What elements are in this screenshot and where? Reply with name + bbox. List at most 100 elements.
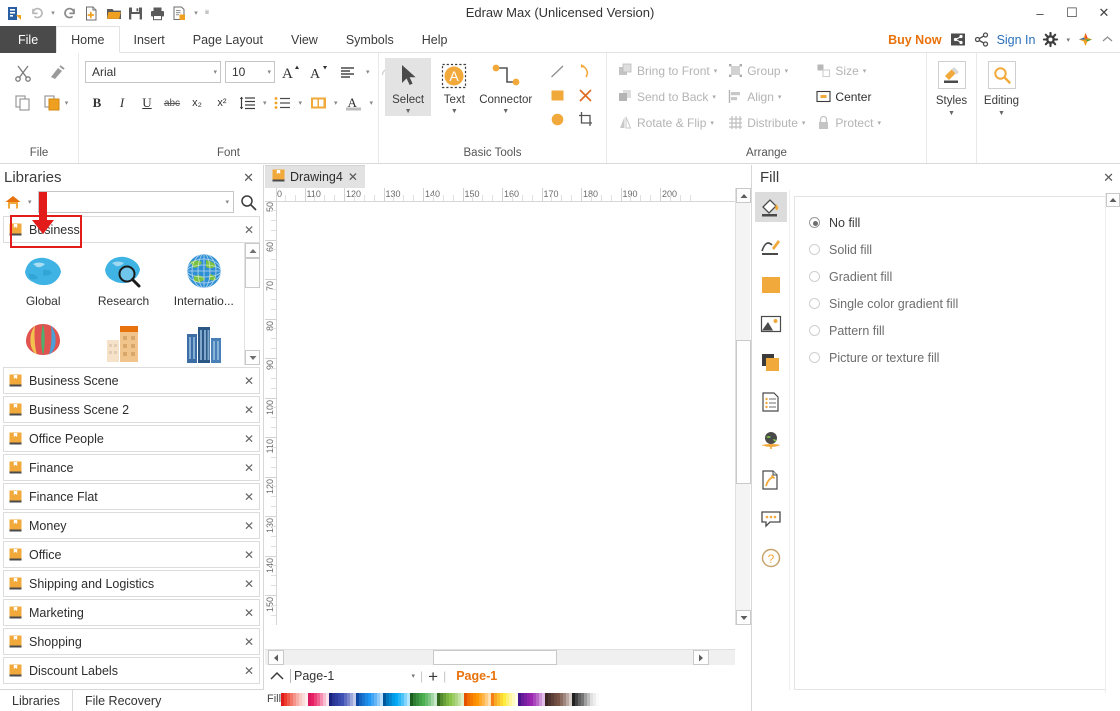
- library-close-icon[interactable]: ✕: [244, 432, 254, 446]
- palette-swatch[interactable]: [596, 693, 599, 706]
- minimize-button[interactable]: –: [1024, 0, 1056, 26]
- solid-color-icon[interactable]: [755, 270, 787, 300]
- bullet-list-icon[interactable]: [271, 91, 295, 115]
- library-close-icon[interactable]: ✕: [244, 635, 254, 649]
- strikethrough-button[interactable]: abc: [160, 91, 184, 115]
- home-icon[interactable]: [4, 194, 22, 210]
- edraw-logo-icon[interactable]: [5, 4, 24, 23]
- align-button[interactable]: Align ▾: [723, 84, 809, 109]
- export-dropdown-icon[interactable]: ▾: [192, 9, 200, 17]
- buy-now-button[interactable]: Buy Now: [888, 33, 941, 47]
- send-to-back-dropdown-icon[interactable]: ▾: [712, 93, 716, 101]
- library-row-business-scene[interactable]: Business Scene ✕: [3, 367, 260, 394]
- new-icon[interactable]: [82, 4, 101, 23]
- libraries-search-input[interactable]: [43, 195, 226, 209]
- library-close-icon[interactable]: ✕: [244, 519, 254, 533]
- center-button[interactable]: Center: [811, 84, 885, 109]
- canvas-scroll-left-icon[interactable]: [268, 650, 284, 665]
- menu-tab-file[interactable]: File: [0, 26, 56, 53]
- fill-panel-scrollbar[interactable]: [1105, 193, 1119, 693]
- libraries-search-box[interactable]: ▾: [38, 191, 234, 213]
- canvas-scroll-down-icon[interactable]: [736, 610, 751, 625]
- superscript-button[interactable]: x²: [210, 91, 234, 115]
- colorful-star-icon[interactable]: [1078, 32, 1093, 47]
- text-box-icon[interactable]: [306, 91, 330, 115]
- document-tab-close-icon[interactable]: ✕: [348, 170, 358, 184]
- page-selector[interactable]: Page-1 ▾: [290, 668, 415, 685]
- italic-button[interactable]: I: [110, 91, 134, 115]
- sign-in-button[interactable]: Sign In: [997, 33, 1036, 47]
- undo-dropdown-icon[interactable]: ▾: [49, 9, 57, 17]
- copy-icon[interactable]: [8, 89, 38, 117]
- library-row-shopping[interactable]: Shopping ✕: [3, 628, 260, 655]
- menu-tab-symbols[interactable]: Symbols: [332, 26, 408, 53]
- increase-font-size-button[interactable]: A: [279, 60, 303, 84]
- menu-tab-home[interactable]: Home: [56, 26, 119, 53]
- paste-dropdown-icon[interactable]: ▾: [62, 99, 72, 107]
- library-row-discount-labels[interactable]: Discount Labels ✕: [3, 657, 260, 684]
- canvas-scroll-right-icon[interactable]: [693, 650, 709, 665]
- page-bar-collapse-icon[interactable]: [269, 670, 285, 682]
- text-tool-dropdown-icon[interactable]: ▼: [451, 107, 458, 116]
- library-close-icon[interactable]: ✕: [244, 577, 254, 591]
- line-spacing-dropdown-icon[interactable]: ▾: [260, 99, 270, 107]
- print-icon[interactable]: [148, 4, 167, 23]
- cut-icon[interactable]: [8, 59, 38, 87]
- rotate-flip-dropdown-icon[interactable]: ▾: [710, 119, 714, 127]
- document-pen-icon[interactable]: [755, 465, 787, 495]
- rectangle-shape-icon[interactable]: [546, 84, 570, 106]
- fill-option-gradient-fill[interactable]: Gradient fill: [809, 263, 1115, 290]
- menu-tab-view[interactable]: View: [277, 26, 332, 53]
- shapes-scroll-down-icon[interactable]: [245, 350, 260, 365]
- add-page-button[interactable]: +: [428, 668, 438, 685]
- menu-tab-help[interactable]: Help: [408, 26, 462, 53]
- editing-dropdown-icon[interactable]: ▼: [998, 110, 1005, 117]
- align-dropdown-icon[interactable]: ▾: [778, 93, 782, 101]
- library-row-business-scene-2[interactable]: Business Scene 2 ✕: [3, 396, 260, 423]
- text-align-dropdown-icon[interactable]: ▾: [363, 68, 373, 76]
- line-spacing-icon[interactable]: [235, 91, 259, 115]
- text-tool-button[interactable]: A Text ▼: [431, 58, 477, 116]
- shape-item-global[interactable]: Global: [3, 245, 83, 317]
- canvas-vertical-scrollbar[interactable]: [735, 188, 750, 625]
- maximize-button[interactable]: ☐: [1056, 0, 1088, 26]
- comment-icon[interactable]: [755, 504, 787, 534]
- library-close-business-icon[interactable]: ✕: [244, 223, 254, 237]
- distribute-button[interactable]: Distribute ▾: [723, 110, 809, 135]
- shape-item-skyscraper[interactable]: [164, 317, 244, 365]
- library-close-icon[interactable]: ✕: [244, 403, 254, 417]
- editing-button[interactable]: Editing ▼: [977, 53, 1026, 117]
- shapes-scrollbar[interactable]: [244, 243, 260, 365]
- fill-bucket-icon[interactable]: [755, 192, 787, 222]
- bullet-list-dropdown-icon[interactable]: ▾: [296, 99, 306, 107]
- library-row-marketing[interactable]: Marketing ✕: [3, 599, 260, 626]
- size-dropdown-icon[interactable]: ▾: [863, 67, 867, 75]
- paste-button[interactable]: ▾: [35, 94, 79, 112]
- fill-option-picture-or-texture-fill[interactable]: Picture or texture fill: [809, 344, 1115, 371]
- drawing-page[interactable]: [278, 203, 735, 625]
- crop-icon[interactable]: [574, 108, 598, 130]
- bring-to-front-dropdown-icon[interactable]: ▾: [714, 67, 718, 75]
- styles-dropdown-icon[interactable]: ▼: [948, 110, 955, 117]
- text-box-dropdown-icon[interactable]: ▾: [331, 99, 341, 107]
- shape-item-international[interactable]: Internatio...: [164, 245, 244, 317]
- format-painter-icon[interactable]: [42, 59, 72, 87]
- vertical-ruler[interactable]: 5060708090100110120130140150: [265, 202, 277, 625]
- library-row-finance-flat[interactable]: Finance Flat ✕: [3, 483, 260, 510]
- font-color-dropdown-icon[interactable]: ▾: [367, 99, 377, 107]
- library-row-office-people[interactable]: Office People ✕: [3, 425, 260, 452]
- canvas-scroll-up-icon[interactable]: [736, 188, 751, 203]
- panel-tab-libraries[interactable]: Libraries: [0, 690, 73, 711]
- customize-qat-icon[interactable]: ⩸: [203, 9, 211, 17]
- font-size-combo[interactable]: 10 ▾: [225, 61, 275, 83]
- group-dropdown-icon[interactable]: ▾: [785, 67, 789, 75]
- horizontal-ruler[interactable]: 100110120130140150160170180190200: [277, 188, 735, 202]
- select-tool-button[interactable]: Select ▼: [385, 58, 431, 116]
- library-close-icon[interactable]: ✕: [244, 606, 254, 620]
- search-icon[interactable]: [237, 194, 259, 211]
- page-selector-dropdown-icon[interactable]: ▾: [411, 672, 415, 680]
- styles-button[interactable]: Styles ▼: [927, 53, 976, 117]
- libraries-panel-close-icon[interactable]: ✕: [240, 170, 257, 186]
- color-palette-strip[interactable]: [281, 693, 599, 706]
- font-family-dropdown-icon[interactable]: ▾: [209, 68, 217, 76]
